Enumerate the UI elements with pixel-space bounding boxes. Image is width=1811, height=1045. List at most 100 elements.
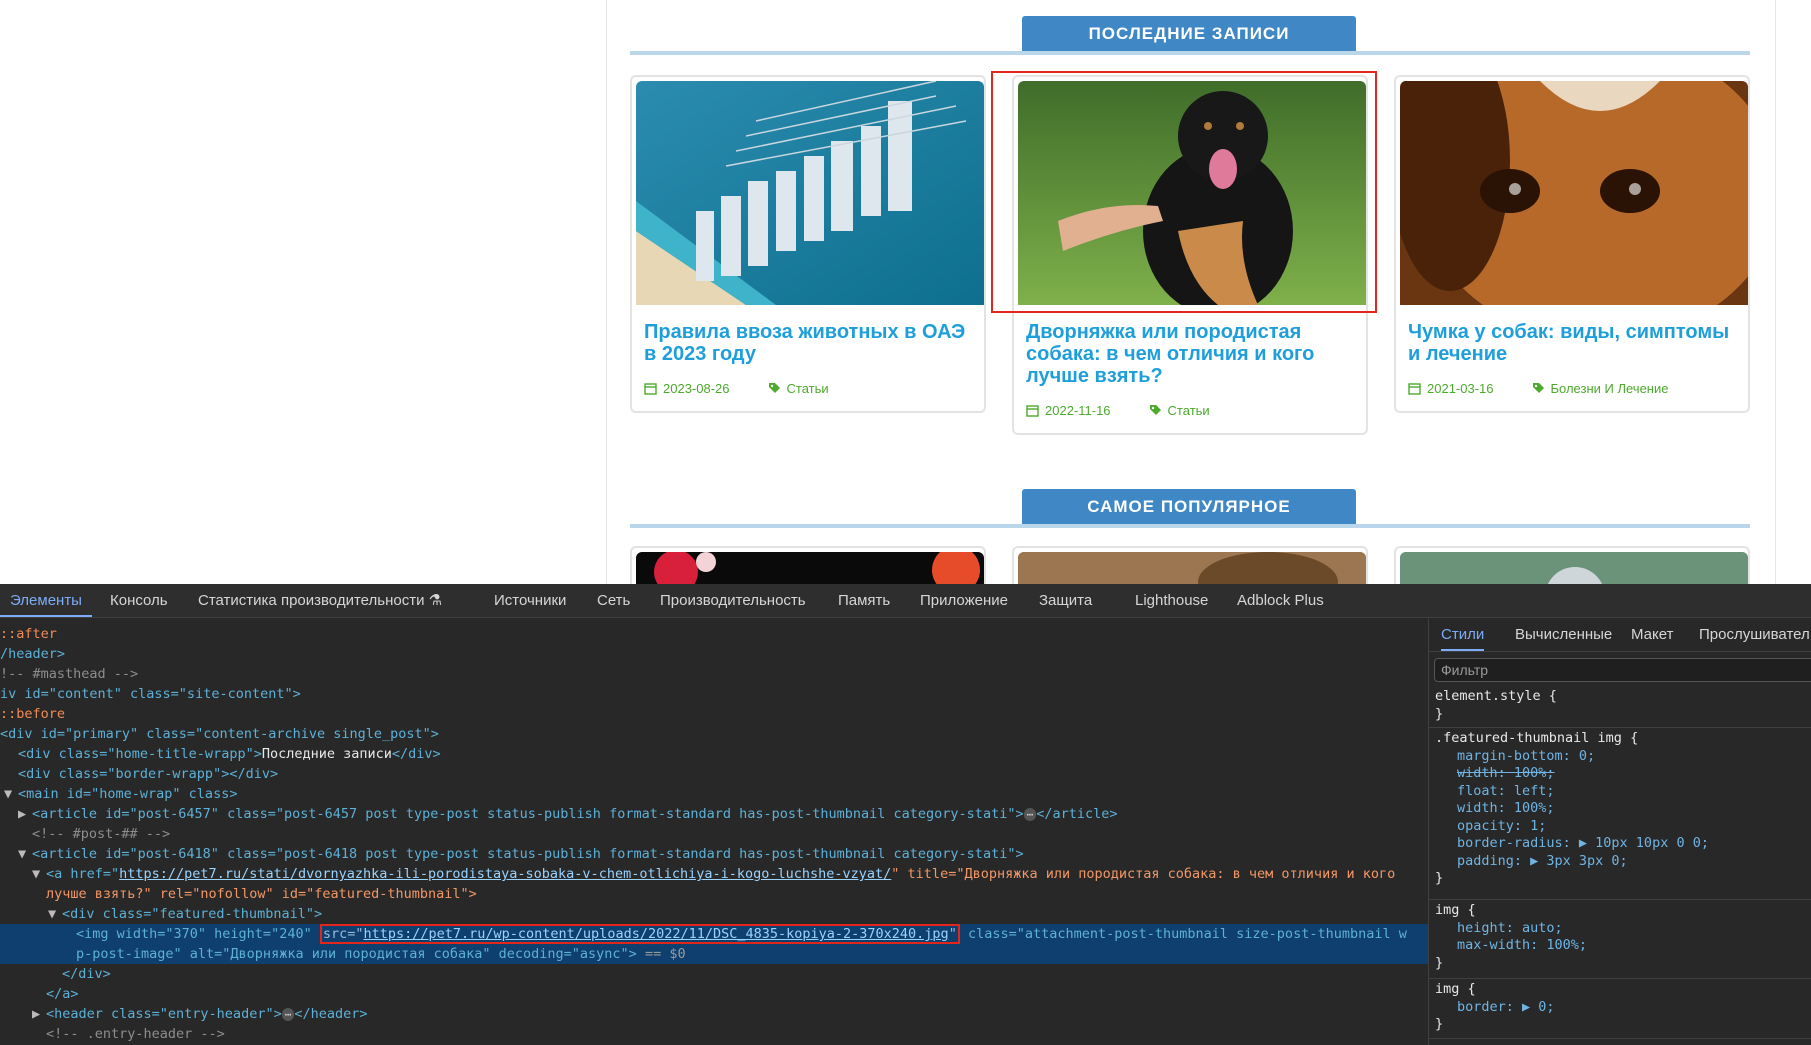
- dom-node[interactable]: iv id="content" class="site-content">: [0, 684, 301, 704]
- post-card[interactable]: [1012, 546, 1368, 584]
- dom-tag: <div class="border-wrapp"></div>: [18, 766, 279, 782]
- highlight-rectangle: [991, 71, 1377, 313]
- collapse-arrow-icon[interactable]: ▶: [18, 804, 32, 824]
- css-declaration[interactable]: float: left;: [1429, 783, 1811, 801]
- expand-arrow-icon[interactable]: ▼: [48, 904, 62, 924]
- dom-tag: iv id="content" class="site-content">: [0, 686, 301, 702]
- dom-node[interactable]: лучше взять?" rel="nofollow" id="feature…: [46, 884, 477, 904]
- css-selector: img {: [1435, 902, 1476, 918]
- styles-filter-input[interactable]: Фильтр: [1434, 658, 1811, 682]
- dom-node[interactable]: /header>: [0, 644, 65, 664]
- css-rule[interactable]: .featured-thumbnail img { margin-bottom:…: [1429, 730, 1811, 900]
- post-category-link[interactable]: Статьи: [787, 381, 829, 396]
- css-rule[interactable]: img { height: auto; max-width: 100%; }: [1429, 902, 1811, 979]
- css-declaration[interactable]: border-radius: ▶ 10px 10px 0 0;: [1429, 835, 1811, 853]
- tab-performance-insights-label: Статистика производительности: [198, 592, 425, 609]
- dom-tag: <div class="home-title-wrapp">: [18, 746, 262, 762]
- dom-node[interactable]: p-post-image" alt="Дворняжка или породис…: [76, 944, 686, 964]
- dom-node[interactable]: <!-- .entry-header -->: [46, 1024, 225, 1044]
- tab-computed[interactable]: Вычисленные: [1515, 618, 1612, 651]
- tab-memory[interactable]: Память: [838, 584, 890, 617]
- dom-node[interactable]: <div class="home-title-wrapp">Последние …: [18, 744, 441, 764]
- css-declaration[interactable]: height: auto;: [1429, 920, 1811, 938]
- flask-icon: ⚗: [428, 592, 443, 609]
- post-category-link[interactable]: Статьи: [1168, 403, 1210, 418]
- dom-node[interactable]: !-- #masthead -->: [0, 664, 138, 684]
- dom-node[interactable]: <div class="border-wrapp"></div>: [18, 764, 278, 784]
- collapse-arrow-icon[interactable]: ▶: [32, 1004, 46, 1024]
- tab-application[interactable]: Приложение: [920, 584, 1008, 617]
- post-title-link[interactable]: Дворняжка или породистая собака: в чем о…: [1026, 321, 1356, 387]
- dom-node[interactable]: <!-- #post-## -->: [32, 824, 170, 844]
- dom-node[interactable]: ::before: [0, 704, 65, 724]
- css-declaration[interactable]: width: 100%;: [1429, 800, 1811, 818]
- dom-tag: <article id="post-6418" class="post-6418…: [32, 846, 1024, 862]
- post-card[interactable]: Чумка у собак: виды, симптомы и лечение …: [1394, 75, 1750, 413]
- dom-tag: </article>: [1036, 806, 1118, 822]
- tab-sources[interactable]: Источники: [494, 584, 566, 617]
- expand-arrow-icon[interactable]: ▼: [4, 784, 18, 804]
- css-declaration[interactable]: margin-bottom: 0;: [1429, 748, 1811, 766]
- ellipsis-icon[interactable]: ⋯: [1023, 808, 1037, 821]
- tab-elements[interactable]: Элементы: [0, 584, 92, 617]
- dom-node[interactable]: <img width="370" height="240" src="https…: [76, 924, 1407, 944]
- highlight-rectangle: src="https://pet7.ru/wp-content/uploads/…: [319, 924, 960, 944]
- post-date: 2022-11-16: [1045, 403, 1111, 418]
- dom-node[interactable]: ▶ <header class="entry-header"> ⋯ </header>: [32, 1004, 367, 1024]
- post-thumbnail-image[interactable]: [1018, 552, 1366, 584]
- dom-node[interactable]: </div>: [62, 964, 111, 984]
- css-declaration-overridden[interactable]: width: 100%;: [1429, 765, 1811, 783]
- css-rule[interactable]: element.style { }: [1429, 688, 1811, 728]
- dom-tag: <article id="post-6457" class="post-6457…: [32, 806, 1024, 822]
- css-declaration[interactable]: padding: ▶ 3px 3px 0;: [1429, 853, 1811, 871]
- post-card[interactable]: [1394, 546, 1750, 584]
- tab-security[interactable]: Защита: [1039, 584, 1092, 617]
- css-declaration[interactable]: opacity: 1;: [1429, 818, 1811, 836]
- dom-node[interactable]: ▼ <article id="post-6418" class="post-641…: [18, 844, 1024, 864]
- dom-node[interactable]: ::after: [0, 624, 57, 644]
- post-card[interactable]: Правила ввоза животных в ОАЭ в 2023 году…: [630, 75, 986, 413]
- post-card[interactable]: [630, 546, 986, 584]
- tag-icon: [1532, 383, 1544, 393]
- tab-event-listeners[interactable]: Прослушивател: [1699, 618, 1810, 651]
- elements-tree[interactable]: ::after /header> !-- #masthead --> iv id…: [0, 618, 1428, 1045]
- post-thumbnail-image[interactable]: [1400, 552, 1748, 584]
- dom-tag: /header>: [0, 646, 66, 662]
- tab-layout[interactable]: Макет: [1631, 618, 1673, 651]
- page-viewport: ПОСЛЕДНИЕ ЗАПИСИ Правила ввоза животных …: [0, 0, 1811, 584]
- expand-arrow-icon[interactable]: ▼: [18, 844, 32, 864]
- css-declaration[interactable]: max-width: 100%;: [1429, 937, 1811, 955]
- post-thumbnail-image[interactable]: [636, 552, 984, 584]
- css-brace: }: [1435, 954, 1444, 971]
- dom-node[interactable]: <div id="primary" class="content-archive…: [0, 724, 439, 744]
- dom-attr-name: src=": [322, 926, 364, 942]
- css-brace: }: [1435, 705, 1444, 722]
- post-category-link[interactable]: Болезни И Лечение: [1551, 381, 1669, 396]
- css-brace: }: [1435, 1016, 1444, 1032]
- tab-styles[interactable]: Стили: [1441, 618, 1485, 651]
- tab-console[interactable]: Консоль: [110, 584, 168, 617]
- tab-performance-insights[interactable]: Статистика производительности ⚗: [198, 584, 442, 617]
- dom-node[interactable]: ▼ <div class="featured-thumbnail">: [48, 904, 322, 924]
- post-meta: 2023-08-26 Статьи: [644, 381, 829, 396]
- dom-node[interactable]: ▼ <main id="home-wrap" class>: [4, 784, 237, 804]
- css-rule[interactable]: img { border: ▶ 0; }: [1429, 981, 1811, 1039]
- post-thumbnail-image[interactable]: [1400, 81, 1748, 305]
- dom-node[interactable]: ▼ <a href="https://pet7.ru/stati/dvornyaz…: [32, 864, 1395, 884]
- post-title-link[interactable]: Чумка у собак: виды, симптомы и лечение: [1408, 321, 1738, 365]
- ellipsis-icon[interactable]: ⋯: [281, 1008, 295, 1021]
- tab-performance[interactable]: Производительность: [660, 584, 806, 617]
- expand-arrow-icon[interactable]: ▼: [32, 864, 46, 884]
- post-thumbnail-image[interactable]: [636, 81, 984, 305]
- tab-network[interactable]: Сеть: [597, 584, 630, 617]
- dom-link-href[interactable]: https://pet7.ru/stati/dvornyazhka-ili-po…: [119, 866, 891, 882]
- dom-node[interactable]: </a>: [46, 984, 79, 1004]
- dom-img-src-link[interactable]: https://pet7.ru/wp-content/uploads/2022/…: [363, 926, 948, 942]
- tag-icon: [768, 383, 780, 393]
- tab-adblock-plus[interactable]: Adblock Plus: [1237, 584, 1324, 617]
- dom-node[interactable]: ▶ <article id="post-6457" class="post-645…: [18, 804, 1117, 824]
- post-title-link[interactable]: Правила ввоза животных в ОАЭ в 2023 году: [644, 321, 974, 365]
- post-meta: 2021-03-16 Болезни И Лечение: [1408, 381, 1668, 396]
- tab-lighthouse[interactable]: Lighthouse: [1135, 584, 1208, 617]
- css-declaration[interactable]: border: ▶ 0;: [1429, 999, 1811, 1017]
